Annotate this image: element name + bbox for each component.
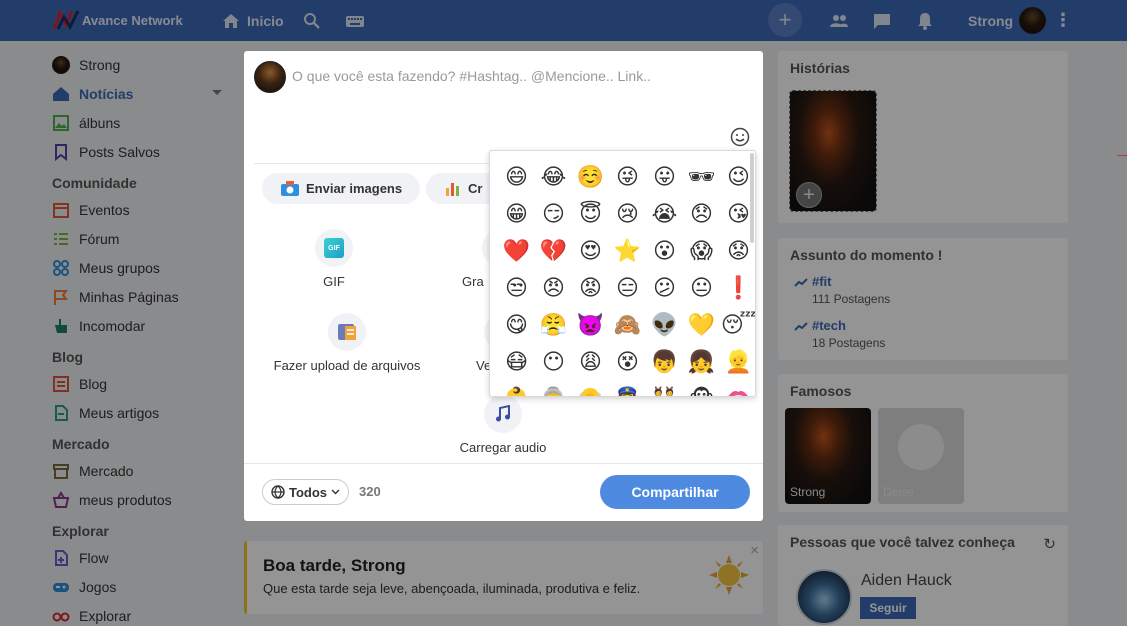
record-label: Gra — [462, 274, 484, 289]
music-note-icon — [496, 405, 510, 422]
upload-images-button[interactable]: Enviar imagens — [262, 173, 421, 204]
emoji-option[interactable]: 👴 — [572, 381, 609, 396]
emoji-option[interactable]: 💔 — [535, 233, 572, 270]
emoji-option[interactable]: 😂 — [535, 159, 572, 196]
emoji-option[interactable]: 😁 — [498, 196, 535, 233]
emoji-option[interactable]: ⭐ — [609, 233, 646, 270]
emoji-option[interactable]: ❗ — [720, 270, 755, 307]
emoji-option[interactable]: 🐵 — [683, 381, 720, 396]
emoji-option[interactable]: 😵 — [609, 344, 646, 381]
upload-images-label: Enviar imagens — [306, 181, 403, 196]
emoji-option[interactable]: 😐 — [683, 270, 720, 307]
emoji-option[interactable]: 😤 — [535, 307, 572, 344]
emoji-option[interactable]: 😜 — [609, 159, 646, 196]
upload-audio-option[interactable]: Carregar audio — [448, 395, 558, 455]
emoji-option[interactable]: ❤️ — [498, 233, 535, 270]
emoji-option[interactable]: 😷 — [498, 344, 535, 381]
emoji-option[interactable]: 😱 — [683, 233, 720, 270]
create-poll-label: Cr — [468, 181, 483, 196]
edge-marker — [1117, 155, 1127, 156]
emoji-option[interactable]: 👮 — [609, 381, 646, 396]
emoji-option[interactable]: 😮 — [646, 233, 683, 270]
globe-icon — [271, 485, 285, 499]
emoji-option[interactable]: 😍 — [572, 233, 609, 270]
emoji-grid: 😄 😂 ☺️ 😜 😛 🕶 😉 😁 😏 😇 😢 😭 😞 😘 ❤️ 💔 😍 ⭐ 😮 😱 😟 😒 😠 😡 😑 😕 😐 ❗ 😋 😤 👿 🙈 👽 💛 😴 😷 😶 😩… — [498, 159, 755, 396]
privacy-select[interactable]: Todos — [262, 479, 350, 505]
emoji-picker: 😄 😂 ☺️ 😜 😛 🕶 😉 😁 😏 😇 😢 😭 😞 😘 ❤️ 💔 😍 ⭐ 😮 😱 😟 😒 😠 😡 😑 😕 😐 ❗ 😋 😤 👿 🙈 👽 💛 😴 😷 😶 😩… — [489, 150, 756, 397]
emoji-option[interactable]: 👶 — [498, 381, 535, 396]
emoji-option[interactable]: 👵 — [535, 381, 572, 396]
emoji-option[interactable]: 😇 — [572, 196, 609, 233]
emoji-option[interactable]: 😢 — [609, 196, 646, 233]
emoji-option[interactable]: 😛 — [646, 159, 683, 196]
camera-icon — [281, 181, 299, 196]
privacy-label: Todos — [289, 484, 328, 500]
emoji-option[interactable]: 👿 — [572, 307, 609, 344]
share-button[interactable]: Compartilhar — [600, 475, 750, 509]
emoji-option[interactable]: 😋 — [498, 307, 535, 344]
character-counter: 320 — [359, 484, 381, 499]
emoji-option[interactable]: 🙈 — [609, 307, 646, 344]
emoji-option[interactable]: ☺️ — [572, 159, 609, 196]
emoji-option[interactable]: 😡 — [572, 270, 609, 307]
emoji-option[interactable]: 😄 — [498, 159, 535, 196]
emoji-option[interactable]: 👦 — [646, 344, 683, 381]
upload-files-option[interactable]: Fazer upload de arquivos — [262, 313, 432, 373]
emoji-option[interactable]: 💛 — [683, 307, 720, 344]
emoji-option[interactable]: 👱 — [720, 344, 755, 381]
emoji-option[interactable]: 😭 — [646, 196, 683, 233]
emoji-option[interactable]: 👧 — [683, 344, 720, 381]
smile-icon[interactable] — [730, 127, 750, 147]
emoji-option[interactable]: 👽 — [646, 307, 683, 344]
divider — [244, 463, 763, 464]
post-text-input[interactable] — [292, 68, 732, 84]
upload-files-label: Fazer upload de arquivos — [273, 358, 421, 373]
emoji-option[interactable]: 😴 — [720, 307, 755, 344]
emoji-option[interactable]: 👄 — [720, 381, 755, 396]
chevron-down-icon — [331, 489, 340, 495]
emoji-option[interactable]: 😕 — [646, 270, 683, 307]
emoji-option[interactable]: 😞 — [683, 196, 720, 233]
gif-icon: GIF — [324, 238, 344, 258]
emoji-option[interactable]: 😠 — [535, 270, 572, 307]
scrollbar[interactable] — [750, 153, 754, 243]
emoji-option[interactable]: 😏 — [535, 196, 572, 233]
emoji-option[interactable]: 😑 — [609, 270, 646, 307]
emoji-option[interactable]: 😒 — [498, 270, 535, 307]
emoji-option[interactable]: 👯 — [646, 381, 683, 396]
avatar — [254, 61, 286, 93]
emoji-option[interactable]: 🕶 — [683, 159, 720, 196]
emoji-option[interactable]: 😩 — [572, 344, 609, 381]
gif-label: GIF — [323, 274, 345, 289]
emoji-option[interactable]: 😶 — [535, 344, 572, 381]
upload-audio-label: Carregar audio — [459, 440, 547, 455]
bar-chart-icon — [446, 183, 459, 196]
gif-option[interactable]: GIF GIF — [284, 229, 384, 289]
file-cabinet-icon — [338, 324, 356, 340]
